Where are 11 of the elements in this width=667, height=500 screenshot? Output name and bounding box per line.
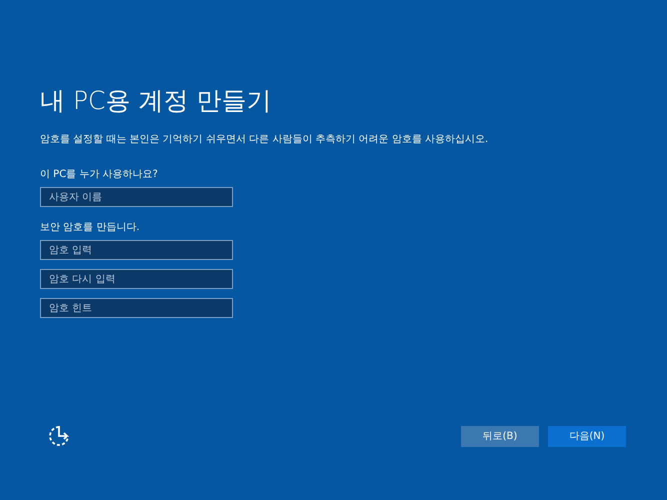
input-field[interactable]: 암호 힌트 (40, 298, 233, 318)
back-button[interactable]: 뒤로(B) (461, 426, 539, 446)
field-label: 이 PC를 누가 사용하나요? (40, 168, 159, 181)
input-field[interactable]: 암호 다시 입력 (40, 269, 233, 289)
description-text: 암호를 설정할 때는 본인은 기억하기 쉬우면서 다른 사람들이 추측하기 어려운 암호를 사용하십시오. (40, 133, 490, 146)
field-label: 보안 암호를 만듭니다. (40, 221, 141, 234)
accessibility-icon[interactable] (47, 424, 71, 448)
input-field[interactable]: 암호 입력 (40, 240, 233, 260)
next-button[interactable]: 다음(N) (548, 426, 626, 446)
page-title: 내 PC용 계정 만들기 (40, 85, 272, 117)
input-field[interactable]: 사용자 이름 (40, 187, 233, 207)
